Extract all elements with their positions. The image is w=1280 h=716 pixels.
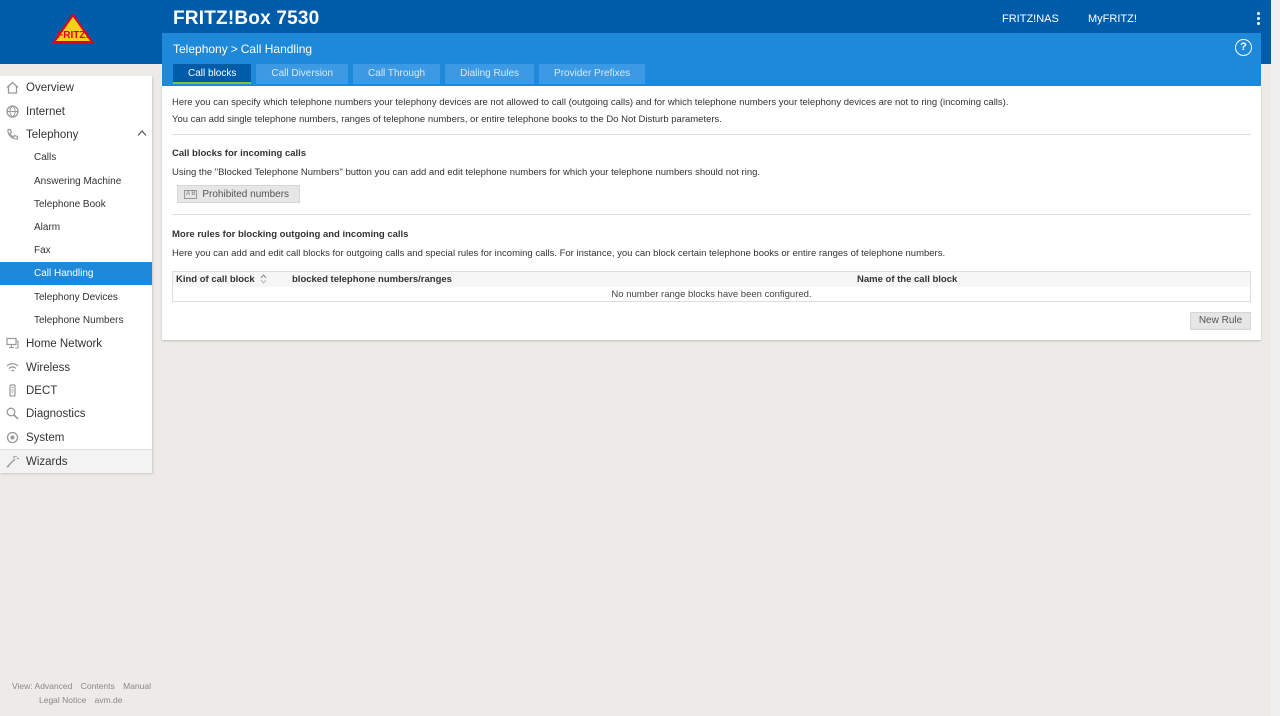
sidebar-subitem-label: Alarm: [34, 222, 61, 233]
globe-icon: [6, 105, 19, 118]
sidebar-item-label: Internet: [26, 105, 65, 118]
avm-link[interactable]: avm.de: [95, 695, 123, 705]
sidebar-item-label: Home Network: [26, 337, 103, 350]
empty-table-message: No number range blocks have been configu…: [611, 289, 812, 300]
tab-call-diversion[interactable]: Call Diversion: [256, 64, 349, 84]
sidebar-item-overview[interactable]: Overview: [0, 76, 152, 99]
sidebar-item-label: Telephony: [26, 128, 79, 141]
sidebar-subitem-telephone-numbers[interactable]: Telephone Numbers: [0, 309, 152, 332]
breadcrumb-current: Call Handling: [240, 42, 313, 56]
diagnostics-icon: [6, 407, 19, 420]
sidebar-item-dect[interactable]: DECT: [0, 379, 152, 402]
breadcrumb-separator: >: [230, 42, 238, 56]
sidebar-subitem-label: Telephone Numbers: [34, 315, 124, 326]
intro-line-2: You can add single telephone numbers, ra…: [172, 113, 722, 125]
sidebar-subitem-call-handling[interactable]: Call Handling: [0, 262, 152, 285]
myfritz-link[interactable]: MyFRITZ!: [1088, 13, 1137, 25]
sidebar-item-internet[interactable]: Internet: [0, 100, 152, 123]
sidebar-item-wizards[interactable]: Wizards: [0, 449, 152, 473]
new-rule-button[interactable]: New Rule: [1190, 312, 1251, 330]
sidebar-subitem-calls[interactable]: Calls: [0, 146, 152, 169]
sidebar-subitem-fax[interactable]: Fax: [0, 239, 152, 262]
call-block-table: Kind of call block blocked telephone num…: [172, 271, 1251, 302]
prohibited-numbers-button[interactable]: A B Prohibited numbers: [177, 185, 301, 203]
tab-dialing-rules[interactable]: Dialing Rules: [445, 64, 535, 84]
rules-section-title: More rules for blocking outgoing and inc…: [172, 229, 409, 240]
fritznas-link[interactable]: FRITZ!NAS: [1002, 13, 1059, 25]
column-name-header: Name of the call block: [857, 274, 958, 285]
system-icon: [6, 431, 19, 444]
more-menu-icon[interactable]: [1255, 12, 1261, 28]
legal-notice-link[interactable]: Legal Notice: [39, 695, 86, 705]
breadcrumb: Telephony > Call Handling: [173, 42, 312, 56]
fritz-logo[interactable]: FRITZ!: [52, 14, 94, 48]
sidebar-subitem-label: Call Handling: [34, 268, 94, 279]
scrollbar[interactable]: [1271, 0, 1280, 716]
sidebar-item-label: Wireless: [26, 361, 71, 374]
sidebar-subitem-telephony-devices[interactable]: Telephony Devices: [0, 286, 152, 309]
help-icon[interactable]: ?: [1235, 39, 1252, 56]
table-header: Kind of call block blocked telephone num…: [173, 272, 1250, 287]
manual-link[interactable]: Manual: [123, 681, 151, 691]
sidebar-subitem-label: Calls: [34, 152, 57, 163]
column-numbers-header: blocked telephone numbers/ranges: [292, 274, 452, 285]
sidebar-subitem-alarm[interactable]: Alarm: [0, 216, 152, 239]
svg-text:FRITZ!: FRITZ!: [57, 30, 89, 41]
tab-call-through[interactable]: Call Through: [353, 64, 441, 84]
sidebar-subitem-label: Answering Machine: [34, 176, 122, 187]
network-icon: [6, 337, 19, 349]
sidebar-subitem-label: Telephony Devices: [34, 292, 118, 303]
tab-bar: Call blocks Call Diversion Call Through …: [173, 64, 646, 84]
sidebar-item-label: Wizards: [26, 455, 68, 468]
tab-provider-prefixes[interactable]: Provider Prefixes: [539, 64, 646, 84]
sidebar-subitem-label: Telephone Book: [34, 199, 106, 210]
address-book-icon: A B: [184, 189, 198, 199]
sidebar-subitem-telephone-book[interactable]: Telephone Book: [0, 193, 152, 216]
rules-section-text: Here you can add and edit call blocks fo…: [172, 248, 946, 259]
chevron-up-icon[interactable]: [137, 129, 147, 137]
sidebar-item-label: Diagnostics: [26, 407, 86, 420]
sidebar-item-system[interactable]: System: [0, 426, 152, 449]
intro-text: Here you can specify which telephone num…: [172, 95, 1008, 128]
tab-call-blocks[interactable]: Call blocks: [173, 64, 252, 84]
divider: [172, 214, 1251, 215]
app-title: FRITZ!Box 7530: [173, 8, 320, 29]
phone-icon: [7, 128, 19, 140]
column-kind-label: Kind of call block: [176, 274, 255, 285]
sidebar-subitem-answering-machine[interactable]: Answering Machine: [0, 170, 152, 193]
column-kind-header[interactable]: Kind of call block: [176, 274, 267, 285]
wizard-icon: [6, 455, 19, 468]
sidebar: Overview Internet Telephony Calls Answer…: [0, 76, 152, 473]
incoming-section-text: Using the "Blocked Telephone Numbers" bu…: [172, 167, 761, 178]
breadcrumb-parent[interactable]: Telephony: [173, 42, 228, 56]
contents-link[interactable]: Contents: [81, 681, 115, 691]
dect-icon: [9, 384, 16, 397]
intro-line-1: Here you can specify which telephone num…: [172, 97, 1009, 108]
sort-icon[interactable]: [260, 274, 267, 285]
sidebar-item-label: System: [26, 431, 65, 444]
sidebar-item-home-network[interactable]: Home Network: [0, 332, 152, 355]
wifi-icon: [6, 363, 19, 372]
prohibited-numbers-label: Prohibited numbers: [202, 188, 290, 200]
sidebar-item-telephony[interactable]: Telephony: [0, 123, 152, 146]
content-panel: Here you can specify which telephone num…: [162, 86, 1261, 340]
sidebar-item-wireless[interactable]: Wireless: [0, 356, 152, 379]
sidebar-subitem-label: Fax: [34, 245, 51, 256]
sidebar-item-label: DECT: [26, 384, 58, 397]
sidebar-item-label: Overview: [26, 81, 74, 94]
sidebar-item-diagnostics[interactable]: Diagnostics: [0, 402, 152, 425]
breadcrumb-bar: Telephony > Call Handling ? Call blocks …: [162, 33, 1261, 86]
divider: [172, 134, 1251, 135]
footer-links: View: Advanced Contents Manual Legal Not…: [12, 679, 157, 707]
incoming-section-title: Call blocks for incoming calls: [172, 148, 307, 159]
view-mode-link[interactable]: View: Advanced: [12, 681, 72, 691]
home-icon: [6, 81, 19, 94]
